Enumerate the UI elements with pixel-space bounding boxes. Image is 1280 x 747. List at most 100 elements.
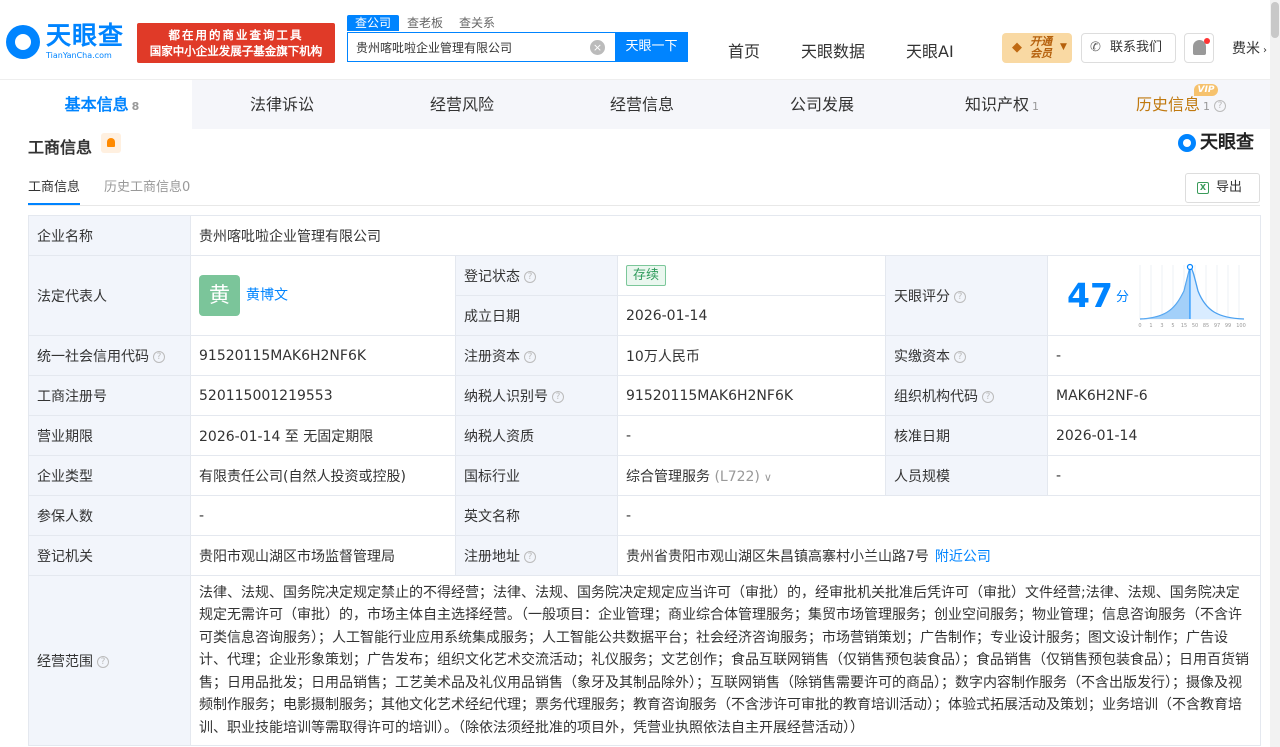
- value-reg-address: 贵州省贵阳市观山湖区朱昌镇高寨村小兰山路7号 附近公司: [616, 535, 1262, 576]
- help-icon[interactable]: ?: [552, 390, 564, 403]
- label-reg-no: 工商注册号: [28, 375, 191, 416]
- search-tab-boss[interactable]: 查老板: [399, 15, 451, 31]
- subtab-history-business-info[interactable]: 历史工商信息0: [104, 176, 190, 195]
- user-menu[interactable]: 费米 ›: [1232, 38, 1267, 58]
- value-industry[interactable]: 综合管理服务 (L722) ∨: [617, 455, 886, 496]
- notification-button[interactable]: [1184, 33, 1214, 63]
- help-icon[interactable]: ?: [524, 350, 536, 363]
- svg-text:0: 0: [1138, 323, 1141, 329]
- value-taxpayer-quality: -: [617, 415, 886, 456]
- nav-data[interactable]: 天眼数据: [801, 38, 865, 62]
- main-tabs: 基本信息 8 法律诉讼 经营风险 经营信息 公司发展 知识产权 1 历史信息 1?: [12, 80, 1270, 129]
- value-company-type: 有限责任公司(自然人投资或控股): [190, 455, 456, 496]
- top-bar: 天眼查 TianYanCha.com 都在用的商业查询工具 国家中小企业发展子基…: [0, 0, 1280, 80]
- label-org-code: 组织机构代码?: [885, 375, 1048, 416]
- scrollbar-thumb[interactable]: [1271, 2, 1279, 38]
- label-approve-date: 核准日期: [885, 415, 1048, 456]
- label-credit-code: 统一社会信用代码?: [28, 335, 191, 376]
- table-row: 统一社会信用代码? 91520115MAK6H2NF6K 注册资本? 10万人民…: [28, 335, 1262, 376]
- table-row: 法定代表人 黄黄博文 登记状态? 存续 天眼评分? 47 分 0 1 3 5 15 50 85…: [28, 255, 1262, 336]
- value-reg-status: 存续: [617, 255, 886, 296]
- help-icon[interactable]: ?: [1214, 99, 1226, 112]
- table-row: 登记机关 贵阳市观山湖区市场监督管理局 注册地址? 贵州省贵阳市观山湖区朱昌镇高…: [28, 535, 1262, 576]
- logo-subtext: TianYanCha.com: [46, 51, 112, 60]
- svg-text:3: 3: [1160, 323, 1163, 329]
- contact-button[interactable]: ✆ 联系我们: [1081, 33, 1176, 63]
- help-icon[interactable]: ?: [954, 290, 966, 303]
- label-insured: 参保人数: [28, 495, 191, 536]
- label-est-date: 成立日期: [455, 295, 618, 336]
- svg-text:50: 50: [1192, 323, 1198, 329]
- promo-line-2: 国家中小企业发展子基金旗下机构: [149, 44, 323, 58]
- phone-icon: ✆: [1090, 40, 1101, 55]
- help-icon[interactable]: ?: [954, 350, 966, 363]
- export-button[interactable]: X 导出: [1185, 173, 1260, 203]
- value-reg-no: 520115001219553: [190, 375, 456, 416]
- tab-basic-info[interactable]: 基本信息 8: [12, 80, 192, 129]
- nav-home[interactable]: 首页: [728, 38, 760, 62]
- svg-text:97: 97: [1214, 323, 1220, 329]
- help-icon[interactable]: ?: [153, 350, 165, 363]
- subtab-business-info[interactable]: 工商信息: [28, 176, 81, 205]
- tab-legal[interactable]: 法律诉讼: [192, 80, 372, 129]
- value-taxpayer-id: 91520115MAK6H2NF6K: [617, 375, 886, 416]
- chevron-down-icon[interactable]: ∨: [764, 471, 772, 484]
- watermark-logo: 天眼查: [1178, 132, 1254, 154]
- tab-risk[interactable]: 经营风险: [372, 80, 552, 129]
- subscribe-bell-icon[interactable]: [101, 133, 121, 153]
- logo-text: 天眼查: [46, 21, 125, 50]
- label-scope: 经营范围?: [28, 575, 191, 746]
- label-reg-status: 登记状态?: [455, 255, 618, 296]
- tab-development[interactable]: 公司发展: [732, 80, 912, 129]
- nav-ai[interactable]: 天眼AI: [906, 38, 954, 62]
- notification-dot: [1204, 38, 1210, 44]
- value-company-name: 贵州喀吡啦企业管理有限公司: [189, 215, 1262, 256]
- section-title: 工商信息: [28, 138, 93, 157]
- table-row: 企业名称 贵州喀吡啦企业管理有限公司: [28, 215, 1262, 256]
- table-row: 参保人数 - 英文名称 -: [28, 495, 1262, 536]
- scrollbar[interactable]: [1270, 0, 1280, 747]
- clear-icon[interactable]: ×: [590, 40, 605, 55]
- vip-button[interactable]: ◆ 开通 会员 ▼: [1002, 33, 1072, 63]
- value-scope: 法律、法规、国务院决定规定禁止的不得经营；法律、法规、国务院决定规定应当许可（审…: [189, 575, 1262, 746]
- tianyancha-logo[interactable]: 天眼查 TianYanCha.com: [6, 22, 131, 62]
- promo-line-1: 都在用的商业查询工具: [168, 28, 304, 42]
- label-industry: 国标行业: [455, 455, 618, 496]
- table-row: 营业期限 2026-01-14 至 无固定期限 纳税人资质 - 核准日期 202…: [28, 415, 1262, 456]
- value-tianyan-score[interactable]: 47 分 0 1 3 5 15 50 85 97 99 100: [1046, 255, 1262, 336]
- value-credit-code: 91520115MAK6H2NF6K: [190, 335, 456, 376]
- nearby-companies-link[interactable]: 附近公司: [935, 549, 991, 565]
- help-icon[interactable]: ?: [524, 550, 536, 563]
- logo-eye-icon: [6, 25, 40, 59]
- search-button[interactable]: 天眼一下: [615, 32, 688, 62]
- value-reg-capital: 10万人民币: [617, 335, 886, 376]
- value-org-code: MAK6H2NF-6: [1046, 375, 1262, 416]
- help-icon[interactable]: ?: [982, 390, 994, 403]
- tab-ip[interactable]: 知识产权 1: [912, 80, 1092, 129]
- table-row: 工商注册号 520115001219553 纳税人识别号? 91520115MA…: [28, 375, 1262, 416]
- label-taxpayer-id: 纳税人识别号?: [455, 375, 618, 416]
- search-tab-relation[interactable]: 查关系: [451, 15, 503, 31]
- vip-tag: VIP: [1194, 84, 1218, 96]
- tab-operation[interactable]: 经营信息: [552, 80, 732, 129]
- value-est-date: 2026-01-14: [617, 295, 886, 336]
- legal-rep-link[interactable]: 黄博文: [246, 288, 288, 304]
- help-icon[interactable]: ?: [97, 655, 109, 668]
- search-tab-company[interactable]: 查公司: [347, 15, 400, 31]
- tab-history[interactable]: 历史信息 1?: [1092, 80, 1270, 129]
- value-reg-authority: 贵阳市观山湖区市场监督管理局: [190, 535, 456, 576]
- search-input[interactable]: [356, 33, 584, 61]
- status-badge: 存续: [626, 265, 667, 286]
- chevron-down-icon: ›: [1263, 45, 1267, 56]
- promo-banner[interactable]: 都在用的商业查询工具 国家中小企业发展子基金旗下机构: [137, 23, 335, 63]
- help-icon[interactable]: ?: [524, 270, 536, 283]
- label-reg-address: 注册地址?: [455, 535, 618, 576]
- value-staff-size: -: [1046, 455, 1262, 496]
- svg-text:1: 1: [1149, 323, 1152, 329]
- label-taxpayer-quality: 纳税人资质: [455, 415, 618, 456]
- label-legal-rep: 法定代表人: [28, 255, 191, 336]
- divider: [28, 205, 1260, 206]
- value-english-name: -: [616, 495, 1262, 536]
- avatar[interactable]: 黄: [199, 275, 240, 316]
- label-tianyan-score: 天眼评分?: [885, 255, 1048, 336]
